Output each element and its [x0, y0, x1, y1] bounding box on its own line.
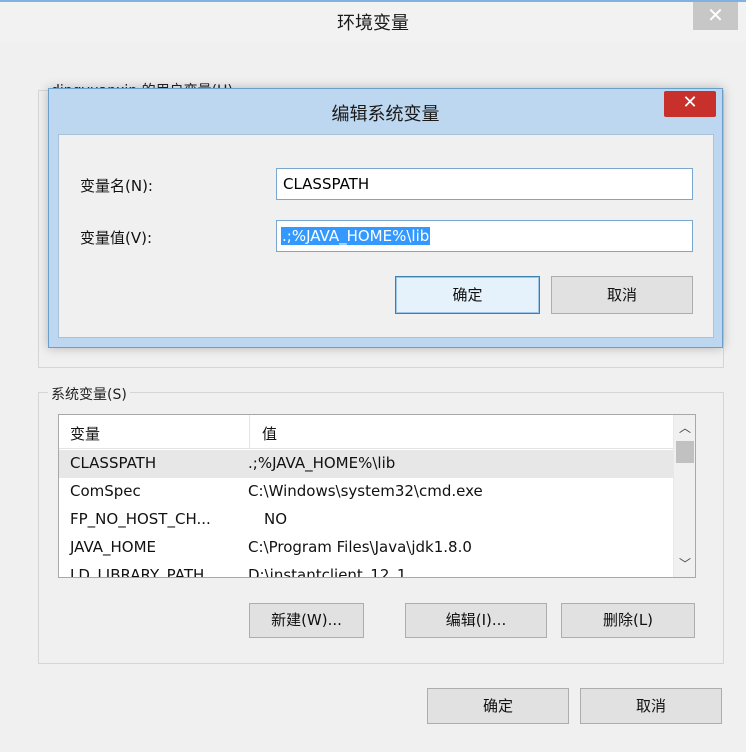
variable-name: ComSpec	[70, 482, 141, 500]
system-variables-legend: 系统变量(S)	[48, 384, 130, 404]
list-row[interactable]: ComSpec C:\Windows\system32\cmd.exe	[59, 478, 673, 506]
edit-variable-button[interactable]: 编辑(I)...	[405, 603, 547, 638]
column-divider[interactable]	[249, 415, 250, 449]
dialog-title: 编辑系统变量	[331, 104, 440, 125]
variable-value-label: 变量值(V):	[80, 229, 153, 247]
outer-window-title: 环境变量	[337, 13, 409, 34]
variable-name-label: 变量名(N):	[80, 177, 153, 195]
list-row[interactable]: JAVA_HOME C:\Program Files\Java\jdk1.8.0	[59, 534, 673, 562]
list-row[interactable]: CLASSPATH .;%JAVA_HOME%\lib	[59, 450, 673, 478]
dialog-ok-button[interactable]: 确定	[395, 276, 540, 314]
variable-name-field[interactable]: CLASSPATH	[276, 168, 693, 200]
dialog-cancel-button[interactable]: 取消	[551, 276, 693, 314]
variable-name: LD_LIBRARY_PATH	[70, 566, 205, 577]
variable-value: D:\instantclient_12_1	[248, 566, 407, 577]
list-row[interactable]: LD_LIBRARY_PATH D:\instantclient_12_1	[59, 562, 673, 577]
variable-value-selected-text: .;%JAVA_HOME%\lib	[281, 227, 431, 245]
close-icon: ✕	[682, 92, 698, 113]
outer-cancel-button[interactable]: 取消	[580, 688, 722, 724]
list-header: 变量 值	[59, 415, 673, 449]
outer-ok-button[interactable]: 确定	[427, 688, 569, 724]
variable-name-value: CLASSPATH	[283, 175, 370, 193]
column-header-value[interactable]: 值	[262, 423, 277, 444]
list-vertical-scrollbar[interactable]: ︿ ﹀	[673, 415, 695, 577]
new-variable-button[interactable]: 新建(W)...	[249, 603, 364, 638]
variable-value: .;%JAVA_HOME%\lib	[248, 454, 396, 472]
variable-value: C:\Windows\system32\cmd.exe	[248, 482, 483, 500]
dialog-close-button[interactable]: ✕	[664, 91, 716, 117]
variable-name: CLASSPATH	[70, 454, 157, 472]
variable-name: FP_NO_HOST_CH...	[70, 510, 211, 528]
variable-value: C:\Program Files\Java\jdk1.8.0	[248, 538, 472, 556]
outer-close-button[interactable]: ✕	[693, 2, 738, 30]
scroll-up-icon[interactable]: ︿	[674, 417, 696, 439]
close-icon: ✕	[707, 3, 724, 27]
scrollbar-thumb[interactable]	[676, 441, 694, 463]
variable-name: JAVA_HOME	[70, 538, 157, 556]
list-row[interactable]: FP_NO_HOST_CH... NO	[59, 506, 673, 534]
column-header-variable[interactable]: 变量	[70, 423, 100, 444]
variable-value-field[interactable]: .;%JAVA_HOME%\lib	[276, 220, 693, 252]
delete-variable-button[interactable]: 删除(L)	[561, 603, 695, 638]
scroll-down-icon[interactable]: ﹀	[674, 553, 696, 575]
variable-value: NO	[264, 510, 288, 528]
